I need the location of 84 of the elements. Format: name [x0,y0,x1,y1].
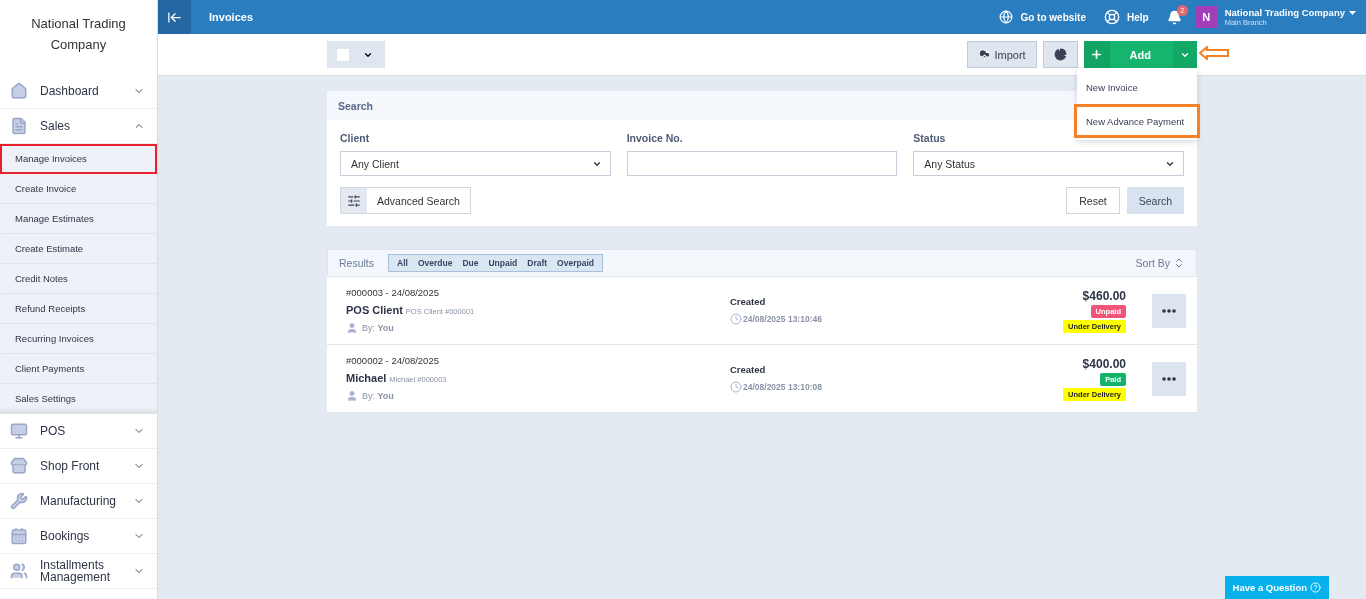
results-title: Results [339,257,374,269]
chart-button[interactable] [1042,41,1078,68]
client-name: Michael [346,372,387,384]
select-field[interactable]: Any Status [913,151,1184,176]
plus-icon [1090,48,1104,61]
filter-tab[interactable]: Unpaid [483,258,523,268]
user-avatar[interactable]: N [1195,6,1217,28]
submenu-item[interactable]: Manage Estimates [0,204,157,234]
field-label: Client [340,132,371,144]
submenu-item[interactable]: Credit Notes [0,264,157,294]
clock-icon [730,381,742,393]
submenu-item[interactable]: Manage Invoices [0,144,157,174]
plus-button[interactable] [1083,41,1110,68]
invoice-amount: $460.00 [1082,288,1126,303]
invoice-number: #000002 - 24/08/2025 [346,355,440,366]
user-icon [346,322,358,334]
created-by: By: You [362,391,394,401]
help-icon [1310,582,1321,593]
document-icon [10,117,28,135]
menu-item[interactable]: New Invoice [1074,70,1200,104]
panel-title: Search [338,99,374,112]
calendar-icon [10,527,28,545]
filter-tab[interactable]: All [392,258,413,268]
field-label: Invoice No. [626,132,684,144]
sort-icon [1173,257,1185,269]
filter-tab[interactable]: Overdue [412,258,458,268]
sidebar-item[interactable]: POS [0,414,157,449]
bell-icon[interactable] [1166,9,1182,25]
field-label: Status [913,132,947,144]
help-link[interactable]: Help [1103,9,1149,25]
users-icon [10,562,28,580]
sidebar-toggle-button[interactable] [158,0,191,34]
reset-button[interactable]: Reset [1066,187,1120,214]
created-by: By: You [362,323,394,333]
website-link[interactable]: Go to website [999,10,1086,24]
globe-icon [999,10,1014,24]
cloud-upload-icon [978,48,992,61]
client-name: POS Client [346,304,403,316]
company-name: National Trading Company [30,15,127,54]
wrench-icon [10,492,28,510]
more-button[interactable] [1152,293,1186,328]
search-button[interactable]: Search [1126,187,1184,214]
sidebar-item[interactable]: Installments Management [0,554,157,589]
lifebuoy-icon [1103,9,1120,25]
annotation-arrow [1199,46,1229,60]
sidebar-item[interactable]: Dashboard [0,74,157,109]
timestamp: 24/08/2025 13:10:08 [743,382,822,392]
submenu-item[interactable]: Refund Receipts [0,294,157,324]
input-field[interactable] [626,151,898,176]
sidebar-item[interactable]: Bookings [0,519,157,554]
status-text: Created [730,364,767,375]
submenu-item[interactable]: Sales Settings [0,384,157,414]
timestamp: 24/08/2025 13:10:46 [743,314,822,324]
submenu-item[interactable]: Client Payments [0,354,157,384]
sliders-icon [347,193,361,208]
invoice-amount: $400.00 [1082,356,1126,371]
store-icon [10,457,28,475]
company-switcher[interactable]: National Trading Company [1224,7,1356,18]
more-button[interactable] [1152,361,1186,396]
sidebar-item[interactable]: Sales [0,109,157,144]
page-title: Invoices [209,11,255,23]
menu-item[interactable]: New Advance Payment [1074,104,1200,138]
more-icon [1162,376,1176,381]
select-field[interactable]: Any Client [340,151,611,176]
sidebar-item[interactable]: Shop Front [0,449,157,484]
caret-icon [1349,11,1356,16]
sidebar-item[interactable]: Manufacturing [0,484,157,519]
more-icon [1162,308,1176,313]
filter-tab[interactable]: Draft [522,258,553,268]
advanced-search-button[interactable]: Advanced Search [340,187,471,214]
submenu-item[interactable]: Recurring Invoices [0,324,157,354]
user-icon [346,390,358,402]
import-button[interactable]: Import [967,41,1037,68]
filter-tab[interactable]: Due [457,258,484,268]
home-icon [10,82,28,100]
submenu-item[interactable]: Create Invoice [0,174,157,204]
submenu-item[interactable]: Create Estimate [0,234,157,264]
status-text: Created [730,296,767,307]
invoice-number: #000003 - 24/08/2025 [346,287,440,298]
clock-icon [730,313,742,325]
sort-button[interactable]: Sort By [1135,257,1185,269]
filter-tab[interactable]: Overpaid [552,258,599,268]
pie-chart-icon [1053,48,1067,61]
monitor-icon [10,422,28,440]
